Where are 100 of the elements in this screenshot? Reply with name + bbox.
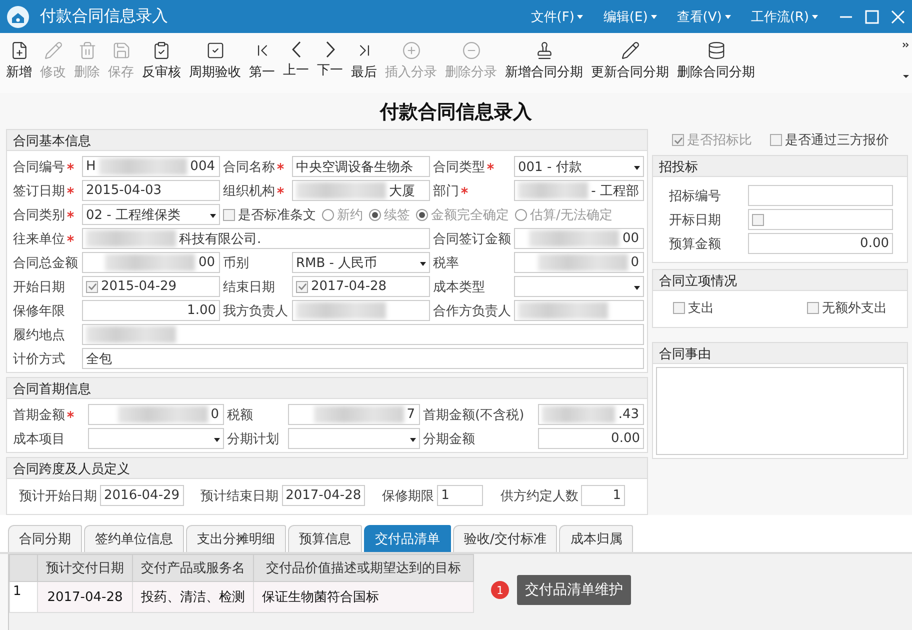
option-label: 是否标准条文 (238, 206, 316, 224)
pencil-icon (620, 41, 640, 60)
radio-button[interactable] (369, 208, 381, 220)
field-label: 合同类型 (433, 158, 511, 176)
date-field[interactable]: 2017-04-28 (292, 276, 430, 297)
field-label: 合同编号 (13, 158, 79, 176)
input-field[interactable]: 2015-04-03 (82, 180, 220, 201)
input-field[interactable] (748, 185, 893, 206)
chevron-right-icon (326, 41, 334, 58)
tab[interactable]: 成本归属 (559, 525, 634, 552)
radio-button[interactable] (322, 208, 334, 220)
input-field[interactable]: 2016-04-29 (100, 485, 184, 506)
checkbox[interactable] (673, 302, 685, 314)
dropdown-field[interactable] (88, 428, 224, 449)
dropdown-field[interactable] (514, 276, 644, 297)
dropdown-field[interactable] (288, 428, 420, 449)
option-label: 续签 (384, 206, 410, 224)
field-label: 首期金额(不含税) (423, 406, 526, 424)
field-label: 税额 (227, 406, 254, 424)
close-icon[interactable] (890, 8, 906, 24)
tooltip: 交付品清单维护 (517, 575, 631, 605)
menu-item[interactable]: 工作流(R) (750, 8, 818, 26)
dropdown-field[interactable]: RMB - 人民币 (292, 252, 430, 273)
input-field[interactable]: 00 (82, 252, 220, 273)
section-header: 合同事由 (653, 343, 907, 364)
toolbar-button[interactable]: 删除合同分期 (673, 41, 759, 81)
database-icon (706, 41, 726, 60)
trash-icon (78, 41, 96, 60)
toolbar-button[interactable]: 新增合同分期 (501, 41, 587, 81)
input-field[interactable]: - 工程部 (514, 180, 644, 201)
radio-button[interactable] (416, 208, 428, 220)
dropdown-caret-icon (634, 286, 640, 290)
field-label: 计价方式 (13, 350, 66, 368)
date-field[interactable] (748, 209, 893, 230)
input-field[interactable]: 1 (581, 485, 625, 506)
input-field[interactable]: 大厦 (292, 180, 430, 201)
input-field[interactable]: .43 (538, 404, 644, 425)
checkbox[interactable] (296, 280, 308, 292)
column-header: 交付品价值描述或期望达到的目标 (254, 554, 474, 582)
field-label: 合同类别 (13, 206, 79, 224)
save-icon (112, 41, 130, 60)
checkbox[interactable] (807, 302, 819, 314)
table-cell: 2017-04-28 (38, 582, 132, 612)
column-header: 预计交付日期 (38, 554, 132, 582)
clipboard-check-icon (152, 41, 171, 60)
toolbar-button[interactable]: 上一 (279, 41, 313, 79)
toolbar-button[interactable]: 最后 (347, 41, 381, 81)
tab[interactable]: 支出分摊明细 (186, 525, 286, 552)
input-field[interactable]: 1 (437, 485, 484, 506)
overflow-icon[interactable] (902, 41, 910, 81)
menu-item[interactable]: 文件(F) (530, 8, 584, 26)
dropdown-field[interactable]: 02 - 工程维保类 (82, 204, 220, 225)
tab[interactable]: 交付品清单 (364, 525, 451, 552)
dropdown-field[interactable]: 001 - 付款 (514, 156, 644, 177)
field-label: 我方负责人 (223, 302, 289, 320)
menu-item[interactable]: 查看(V) (676, 8, 731, 26)
checkbox[interactable] (86, 280, 98, 292)
tab[interactable]: 合同分期 (8, 525, 82, 552)
tab[interactable]: 验收/交付标准 (453, 525, 558, 552)
text-area[interactable] (656, 367, 904, 455)
toolbar-button[interactable]: 新增 (2, 41, 36, 81)
menu-item[interactable]: 编辑(E) (603, 8, 657, 26)
input-field[interactable]: 0 (514, 252, 644, 273)
tab[interactable]: 预算信息 (288, 525, 362, 552)
date-field[interactable]: 2015-04-29 (82, 276, 220, 297)
toolbar-button[interactable]: 更新合同分期 (587, 41, 673, 81)
input-field[interactable]: 全包 (82, 348, 644, 369)
input-field[interactable]: 00 (514, 228, 644, 249)
toolbar-button[interactable]: 下一 (313, 41, 347, 79)
checkbox[interactable] (223, 208, 235, 220)
toolbar-button[interactable]: 第一 (245, 41, 279, 81)
input-field[interactable] (514, 300, 644, 321)
checkbox[interactable] (770, 134, 782, 146)
field-label: 合同签订金额 (433, 230, 511, 248)
option-label: 是否招标比 (687, 132, 752, 149)
radio-button[interactable] (515, 208, 527, 220)
dropdown-caret-icon (420, 262, 426, 266)
toolbar-button[interactable]: 周期验收 (185, 41, 245, 81)
dropdown-caret-icon (210, 214, 216, 218)
maximize-icon[interactable] (864, 8, 880, 24)
input-field[interactable]: 1.00 (82, 300, 220, 321)
input-field[interactable]: 0.00 (748, 233, 893, 254)
input-field[interactable]: 0 (88, 404, 224, 425)
field-label: 首期金额 (13, 406, 85, 424)
input-field[interactable]: 2017-04-28 (282, 485, 366, 506)
toolbar-button[interactable]: 反审核 (138, 41, 185, 81)
section-header: 招投标 (653, 156, 907, 177)
input-field[interactable]: 中央空调设备生物杀 (292, 156, 430, 177)
input-field[interactable]: H 004 (82, 156, 220, 177)
input-field[interactable]: 科技有限公司. (82, 228, 430, 249)
input-field[interactable]: 7 (288, 404, 420, 425)
input-field[interactable] (292, 300, 430, 321)
input-field[interactable]: 0.00 (538, 428, 644, 449)
minus-circle-icon (462, 41, 480, 60)
required-icon (67, 211, 74, 218)
checkbox[interactable] (752, 214, 764, 226)
required-icon (67, 187, 74, 194)
field-label: 预算金额 (669, 236, 722, 252)
input-field[interactable] (82, 324, 644, 345)
tab[interactable]: 签约单位信息 (84, 525, 184, 552)
